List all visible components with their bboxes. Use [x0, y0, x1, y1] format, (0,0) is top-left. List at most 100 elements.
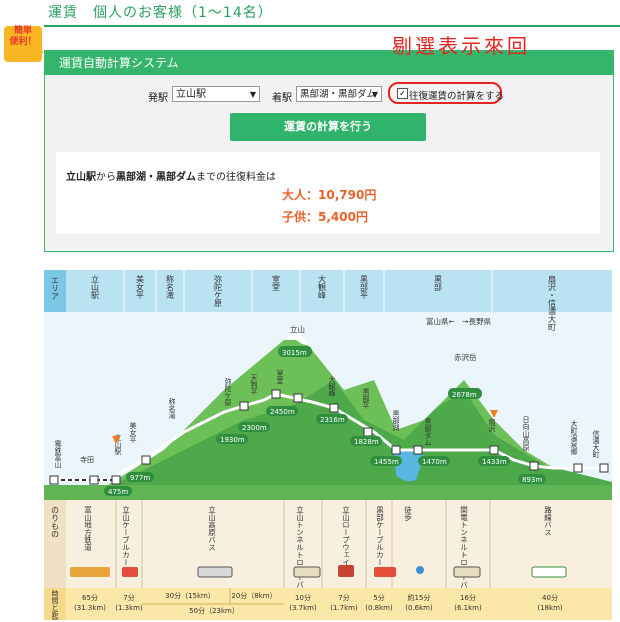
result-from: 立山駅 [66, 172, 96, 183]
area-label-kurobedaira: 黒部平 [360, 275, 369, 300]
transport-walk: 徒歩 [403, 505, 412, 523]
child-fare-value: 5,400円 [318, 210, 368, 224]
elevation-kurobe-dam: 1470m [422, 458, 447, 466]
station-kurobeko: 黒部湖 [392, 410, 400, 432]
elevation-bijodaira: 977m [130, 474, 150, 482]
elevation-hinatayama: 893m [522, 476, 542, 484]
station-shinano-omachi: 信濃大町 [592, 429, 600, 458]
distance-toyama-railway: (31.3km) [74, 604, 106, 612]
to-station-label: 着駅 [272, 93, 292, 104]
peak-name-akazawa: 赤沢岳 [454, 352, 477, 362]
adult-fare-value: 10,790円 [318, 188, 377, 202]
badge-tail [34, 46, 44, 58]
transport-ropeway: 立山ロープウェイ [341, 505, 350, 566]
area-label-kurobe: 黒部 [434, 275, 443, 292]
result-summary: 立山駅から黒部湖・黒部ダムまでの往復料金は [66, 168, 276, 183]
time-kurobe-cable: 5分 [373, 593, 384, 602]
chevron-down-icon: ▼ [371, 90, 378, 99]
time-walk: 約15分 [408, 593, 431, 602]
ropeway-icon [338, 565, 354, 577]
distance-kurobe-cable: (0.8km) [365, 604, 393, 612]
station-daikanbo: 大観峰 [328, 375, 336, 397]
annotation-note: 剔選表示來回 [392, 34, 530, 58]
time-ropeway: 7分 [338, 593, 349, 602]
station-dentetsu-toyama: 電鉄富山 [54, 440, 62, 469]
elevation-daikanbo: 2316m [320, 416, 345, 424]
child-fare-label: 子供： [282, 210, 319, 224]
time-highland-bus-total: 50分（23km） [189, 606, 239, 615]
elevation-murodo: 2450m [270, 408, 295, 416]
peak-name-tateyama: 立山 [290, 324, 305, 334]
calculate-fare-button[interactable]: 運賃の計算を行う [230, 113, 426, 141]
elevation-kurobeko: 1455m [374, 458, 399, 466]
distance-ropeway: (1.7km) [330, 604, 358, 612]
roundtrip-label[interactable]: 往復運賃の計算をする [409, 88, 504, 102]
from-station-value: 立山駅 [176, 89, 206, 100]
station-hinatayama: 日向山高原 [522, 416, 530, 451]
area-label-shomyo: 称名滝 [166, 274, 175, 300]
station-omachi-onsen: 大町温泉郷 [570, 419, 578, 456]
transport-tateyama-cable: 立山ケーブルカー [121, 505, 130, 566]
area-label-bijodaira: 美女平 [136, 274, 145, 300]
peak-elevation-akazawa: 2678m [452, 391, 477, 399]
result-to-suffix: までの往復料金は [196, 172, 276, 183]
transport-toyama-railway: 富山地方鉄道 [83, 505, 92, 553]
badge-line-1: 簡単 [13, 26, 32, 36]
area-label-midagahara: 弥陀ケ原 [214, 274, 223, 307]
area-label-murodo: 室堂 [272, 274, 281, 291]
distance-walk: (0.6km) [405, 604, 433, 612]
page-title: 運賃 個人のお客様（1〜14名） [48, 5, 273, 21]
cable-car-icon [122, 567, 138, 577]
elevation-tengudaira: 2300m [242, 424, 267, 432]
from-station-label: 発駅 [148, 93, 168, 104]
trolley-bus-icon [293, 566, 321, 578]
transport-tunnel-trolley: 立山トンネルトロリーバス [295, 505, 304, 597]
prefecture-border-label: 富山県← →長野県 [426, 316, 492, 326]
elevation-midagahara: 1930m [220, 436, 245, 444]
to-station-value: 黒部湖・黒部ダム [300, 89, 377, 100]
route-map: エリア 立山駅 美女平 称名滝 弥陀ケ原 室堂 大観峰 黒部平 黒部 扇沢・信濃… [44, 270, 612, 620]
to-station-select[interactable]: 黒部湖・黒部ダム ▼ [296, 86, 382, 102]
distance-tunnel-trolley: (3.7km) [289, 604, 317, 612]
elevation-kurobedaira: 1828m [354, 438, 379, 446]
peak-elevation-tateyama: 3015m [282, 349, 307, 357]
transport-highland-bus: 立山高原バス [207, 505, 216, 552]
distance-tateyama-cable: (1.3km) [115, 604, 143, 612]
area-label-tateyama: 立山駅 [91, 274, 100, 300]
area-label-daikanbo: 大観峰 [318, 274, 327, 299]
transport-kanden-trolley: 関電トンネルトロリーバス [459, 506, 468, 597]
transport-route-bus: 路線バス [543, 505, 552, 537]
title-rule [44, 25, 620, 27]
trolley-bus-icon [453, 566, 481, 578]
cable-car-icon [374, 567, 396, 577]
train-icon [70, 567, 110, 577]
result-from-suffix: から [96, 172, 116, 183]
distance-route-bus: (18km) [537, 604, 563, 612]
area-label-ogizawa: 扇沢・信濃大町 [548, 274, 557, 331]
chevron-down-icon: ▼ [249, 90, 256, 99]
result-to: 黒部湖・黒部ダム [116, 172, 196, 183]
time-tunnel-trolley: 10分 [295, 593, 311, 602]
roundtrip-checkbox[interactable]: ✓ [397, 88, 408, 99]
station-murodo: 室堂 [276, 369, 284, 384]
distance-kanden-trolley: (6.1km) [454, 604, 482, 612]
station-terada: 寺田 [80, 456, 94, 464]
time-toyama-railway: 65分 [82, 593, 98, 602]
bus-icon [197, 566, 233, 578]
time-route-bus: 40分 [542, 593, 558, 602]
station-kurobe-dam: 黒部ダム [424, 418, 432, 446]
station-midagahara: 弥陀ケ原 [224, 377, 232, 406]
time-tateyama-cable: 7分 [123, 593, 134, 602]
child-fare: 子供：5,400円 [282, 208, 368, 225]
area-header-band [44, 270, 612, 312]
from-station-select[interactable]: 立山駅 ▼ [172, 86, 260, 102]
station-shomyo: 称名滝 [168, 397, 176, 420]
elevation-ogizawa: 1433m [482, 458, 507, 466]
time-highland-bus-1: 30分（15km） [165, 591, 215, 600]
time-kanden-trolley: 16分 [460, 593, 476, 602]
adult-fare-label: 大人： [282, 188, 319, 202]
station-kurobedaira: 黒部平 [362, 388, 370, 410]
adult-fare: 大人：10,790円 [282, 186, 376, 203]
station-ogizawa: 扇沢 [488, 417, 496, 433]
area-header-text: エリア [51, 276, 60, 300]
